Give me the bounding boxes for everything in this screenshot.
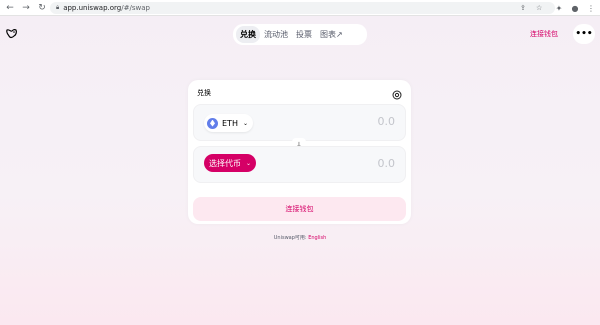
url-host: app.uniswap.org	[63, 4, 122, 12]
chevron-down-icon: ⌄	[246, 159, 252, 167]
share-icon[interactable]: ⇪	[520, 2, 526, 14]
from-token-symbol: ETH	[222, 118, 238, 128]
browser-toolbar: ← → ↻ 🔒︎ app.uniswap.org/#/swap ⇪ ☆ ✦ ● …	[0, 0, 600, 16]
uniswap-logo-icon[interactable]	[4, 26, 20, 42]
tab-swap[interactable]: 兑换	[236, 26, 260, 43]
from-amount-input[interactable]: 0.0	[378, 115, 396, 128]
forward-icon[interactable]: →	[20, 2, 32, 14]
chevron-down-icon: ⌄	[242, 119, 248, 127]
swap-title: 兑换	[197, 89, 211, 97]
tab-vote[interactable]: 投票	[292, 26, 316, 43]
swap-card: 兑换 ETH ⌄ 0.0 ↓ 选择代币 ⌄ 0.0 连接钱包	[188, 80, 411, 224]
bookmark-star-icon[interactable]: ☆	[536, 2, 542, 14]
nav-tabs: 兑换 流动池 投票 图表↗	[233, 24, 367, 45]
address-bar[interactable]: 🔒︎ app.uniswap.org/#/swap ⇪ ☆	[50, 2, 555, 14]
to-amount-input[interactable]: 0.0	[378, 157, 396, 170]
tab-pool[interactable]: 流动池	[260, 26, 292, 43]
connect-wallet-button[interactable]: 连接钱包	[193, 197, 406, 221]
language-note-prefix: Uniswap可用:	[273, 235, 309, 241]
select-token-label: 选择代币	[209, 158, 241, 168]
connect-wallet-link[interactable]: 连接钱包	[530, 29, 558, 39]
profile-icon[interactable]: ●	[570, 2, 580, 14]
back-icon[interactable]: ←	[4, 2, 16, 14]
language-note: Uniswap可用: English	[0, 234, 600, 241]
settings-gear-icon[interactable]	[391, 86, 403, 100]
eth-icon	[207, 117, 218, 129]
language-link[interactable]: English	[308, 235, 326, 241]
to-token-panel: 选择代币 ⌄ 0.0	[193, 146, 406, 183]
from-token-selector[interactable]: ETH ⌄	[204, 114, 253, 132]
browser-menu-icon[interactable]: ⋮	[586, 2, 596, 14]
reload-icon[interactable]: ↻	[36, 2, 48, 14]
extensions-icon[interactable]: ✦	[554, 2, 564, 14]
tab-charts[interactable]: 图表↗	[316, 26, 347, 43]
url-path: /#/swap	[121, 4, 150, 12]
select-token-button[interactable]: 选择代币 ⌄	[204, 154, 257, 172]
from-token-panel: ETH ⌄ 0.0	[193, 104, 406, 141]
more-menu-button[interactable]: •••	[573, 24, 595, 44]
lock-icon: 🔒︎	[56, 4, 60, 11]
